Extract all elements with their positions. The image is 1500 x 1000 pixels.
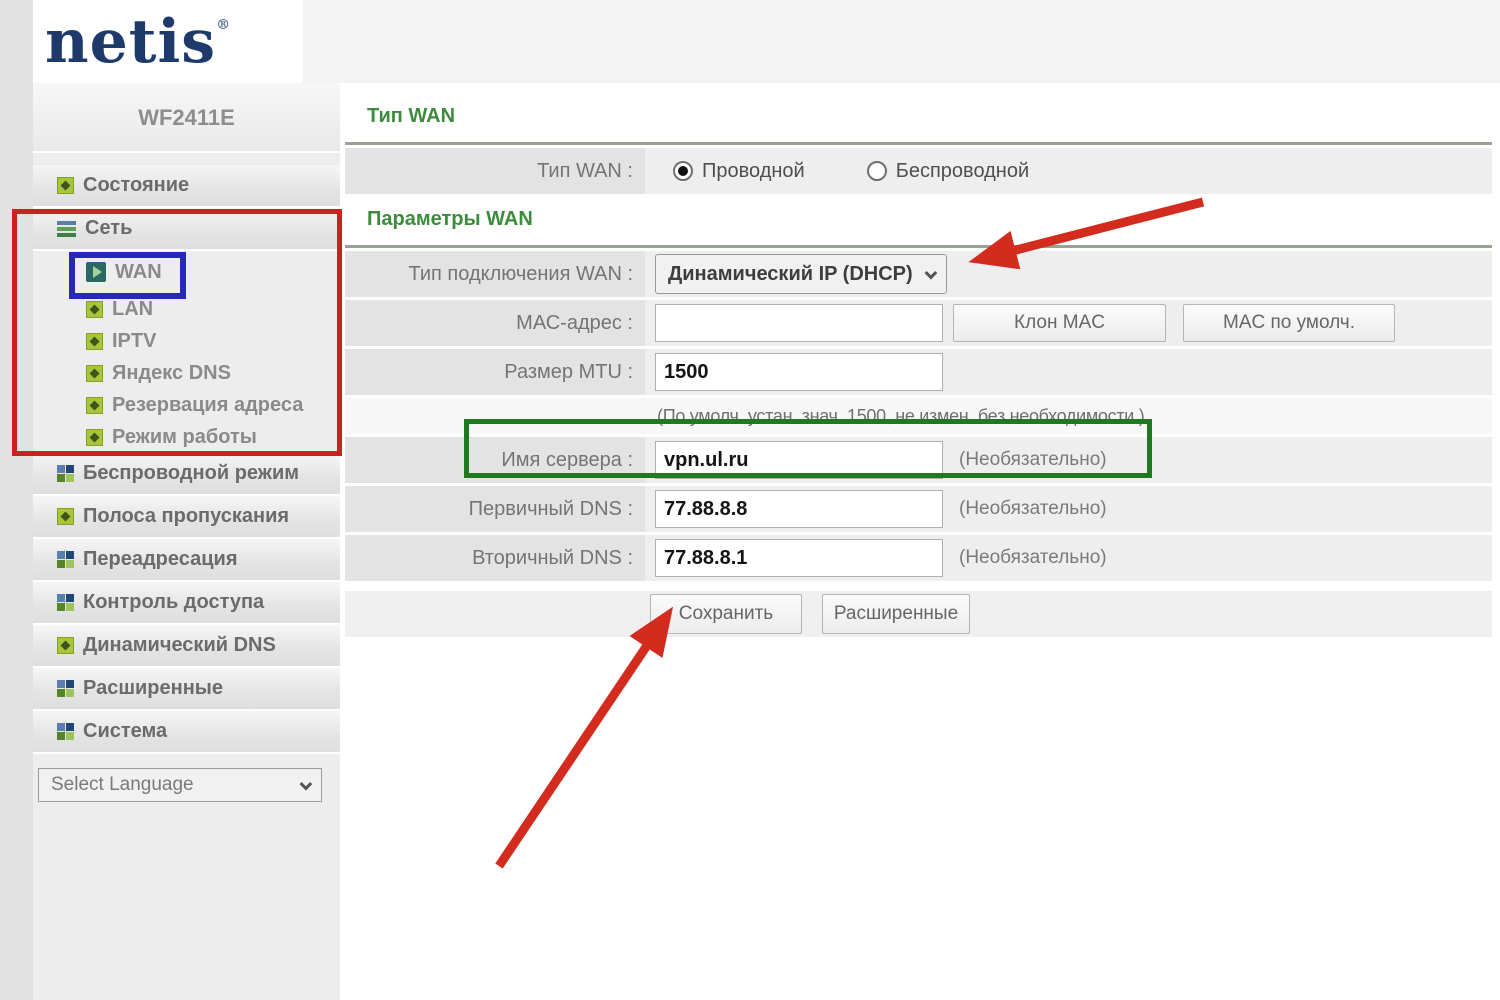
sidebar-item-lan[interactable]: LAN	[33, 293, 340, 325]
mac-address-input[interactable]	[655, 304, 943, 342]
sidebar-item-iptv[interactable]: IPTV	[33, 325, 340, 357]
mtu-label: Размер MTU :	[345, 349, 645, 395]
connection-type-value: Динамический IP (DHCP)	[668, 263, 913, 286]
sidebar-item-label: Динамический DNS	[83, 634, 276, 657]
bandwidth-icon	[57, 508, 74, 525]
server-name-row: Имя сервера : (Необязательно)	[345, 437, 1492, 483]
sidebar-item-address-reservation[interactable]: Резервация адреса	[33, 389, 340, 421]
wireless-radio-label: Беспроводной	[896, 160, 1029, 183]
main-content: Тип WAN Тип WAN : Проводной Беспроводной…	[340, 83, 1500, 1000]
primary-dns-optional: (Необязательно)	[959, 498, 1107, 520]
form-buttons-row: Сохранить Расширенные	[345, 591, 1492, 637]
sidebar-item-status[interactable]: Состояние	[33, 165, 340, 208]
server-name-input[interactable]	[655, 441, 943, 479]
sidebar-item-wireless[interactable]: Беспроводной режим	[33, 453, 340, 496]
sidebar-item-label: Переадресация	[83, 548, 237, 571]
wired-radio[interactable]	[673, 161, 693, 181]
sidebar-item-network[interactable]: Сеть	[33, 208, 340, 251]
wan-type-label: Тип WAN :	[345, 148, 645, 194]
sidebar-item-bandwidth[interactable]: Полоса пропускания	[33, 496, 340, 539]
sidebar-item-label: Контроль доступа	[83, 591, 264, 614]
secondary-dns-row: Вторичный DNS : (Необязательно)	[345, 535, 1492, 581]
sidebar-item-label: Система	[83, 720, 167, 743]
sidebar-item-label: Состояние	[83, 174, 189, 197]
sidebar-item-dynamic-dns[interactable]: Динамический DNS	[33, 625, 340, 668]
operation-mode-icon	[86, 429, 103, 446]
wan-play-icon	[86, 262, 106, 282]
model-name: WF2411E	[33, 83, 340, 153]
sidebar-item-wan[interactable]: WAN	[33, 251, 340, 293]
clone-mac-button[interactable]: Клон MAC	[953, 304, 1166, 342]
yandex-dns-icon	[86, 365, 103, 382]
mtu-row: Размер MTU :	[345, 349, 1492, 395]
lan-icon	[86, 301, 103, 318]
network-icon	[57, 221, 76, 237]
dynamic-dns-icon	[57, 637, 74, 654]
section-title-wan-type: Тип WAN	[367, 105, 1500, 128]
connection-type-dropdown[interactable]: Динамический IP (DHCP)	[655, 254, 947, 294]
section-title-wan-params: Параметры WAN	[367, 208, 1500, 231]
wired-radio-label: Проводной	[702, 160, 805, 183]
primary-dns-input[interactable]	[655, 490, 943, 528]
sidebar-item-label: WAN	[115, 261, 162, 284]
sidebar-menu: Состояние Сеть WAN LAN IPTV Яндекс DNS Р…	[33, 165, 340, 754]
secondary-dns-optional: (Необязательно)	[959, 547, 1107, 569]
sidebar-item-label: Полоса пропускания	[83, 505, 289, 528]
status-icon	[57, 177, 74, 194]
advanced-button[interactable]: Расширенные	[822, 594, 970, 634]
wireless-radio[interactable]	[867, 161, 887, 181]
connection-type-label: Тип подключения WAN :	[345, 251, 645, 297]
page-left-gutter	[0, 0, 33, 1000]
registered-mark: ®	[216, 17, 231, 33]
sidebar-item-label: LAN	[112, 298, 153, 321]
sidebar-item-label: Режим работы	[112, 426, 257, 449]
sidebar-item-label: Расширенные	[83, 677, 223, 700]
section-divider	[345, 142, 1492, 145]
access-control-grid-icon	[57, 594, 74, 611]
chevron-down-icon	[925, 266, 938, 279]
mac-address-label: МАС-адрес :	[345, 300, 645, 346]
netis-logo: netis®	[45, 12, 231, 72]
wan-type-row: Тип WAN : Проводной Беспроводной	[345, 148, 1492, 194]
sidebar-item-advanced[interactable]: Расширенные	[33, 668, 340, 711]
sidebar-item-system[interactable]: Система	[33, 711, 340, 754]
logo-box: netis®	[33, 0, 303, 83]
sidebar-item-yandex-dns[interactable]: Яндекс DNS	[33, 357, 340, 389]
sidebar-item-forwarding[interactable]: Переадресация	[33, 539, 340, 582]
logo-text: netis	[45, 7, 216, 77]
language-selector[interactable]: Select Language	[38, 768, 322, 802]
forwarding-grid-icon	[57, 551, 74, 568]
iptv-icon	[86, 333, 103, 350]
sidebar-item-operation-mode[interactable]: Режим работы	[33, 421, 340, 453]
primary-dns-label: Первичный DNS :	[345, 486, 645, 532]
sidebar-item-label: Сеть	[85, 217, 132, 240]
sidebar-item-label: IPTV	[112, 330, 156, 353]
default-mac-button[interactable]: MAC по умолч.	[1183, 304, 1395, 342]
system-grid-icon	[57, 723, 74, 740]
chevron-down-icon	[300, 777, 313, 790]
mtu-note: (По умолч. устан. знач. 1500, не измен. …	[345, 398, 1492, 434]
sidebar-item-label: Резервация адреса	[112, 394, 303, 417]
sidebar: WF2411E Состояние Сеть WAN LAN IPTV Янде…	[33, 83, 340, 1000]
sidebar-item-label: Яндекс DNS	[112, 362, 231, 385]
mtu-input[interactable]	[655, 353, 943, 391]
primary-dns-row: Первичный DNS : (Необязательно)	[345, 486, 1492, 532]
wireless-grid-icon	[57, 465, 74, 482]
save-button[interactable]: Сохранить	[650, 594, 802, 634]
address-reservation-icon	[86, 397, 103, 414]
server-name-optional: (Необязательно)	[959, 449, 1107, 471]
secondary-dns-input[interactable]	[655, 539, 943, 577]
advanced-grid-icon	[57, 680, 74, 697]
sidebar-item-access-control[interactable]: Контроль доступа	[33, 582, 340, 625]
section-divider	[345, 245, 1492, 248]
server-name-label: Имя сервера :	[345, 437, 645, 483]
connection-type-row: Тип подключения WAN : Динамический IP (D…	[345, 251, 1492, 297]
top-header: netis®	[33, 0, 1500, 83]
secondary-dns-label: Вторичный DNS :	[345, 535, 645, 581]
sidebar-item-label: Беспроводной режим	[83, 462, 299, 485]
mac-address-row: МАС-адрес : Клон MAC MAC по умолч.	[345, 300, 1492, 346]
language-selector-value: Select Language	[51, 774, 194, 796]
